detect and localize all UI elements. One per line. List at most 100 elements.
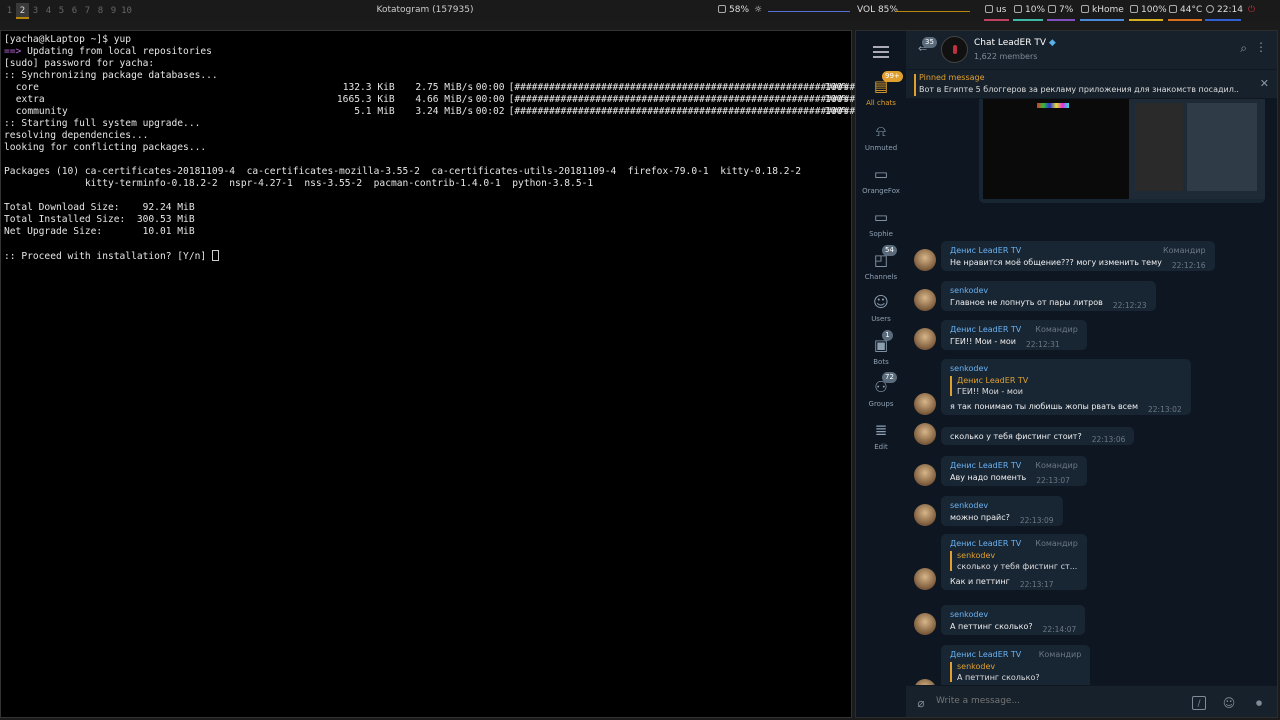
folder-bots[interactable]: ▣ 1 Bots [856, 330, 906, 372]
message-time: 22:13:17 [1019, 580, 1054, 589]
folder-channels[interactable]: ◰ 54 Channels [856, 245, 906, 287]
volume-slider[interactable] [896, 11, 970, 12]
chat-avatar[interactable] [941, 36, 968, 63]
reply-quote[interactable]: Денис LeadER TV ГЕИ!! Мои - мои [950, 376, 1182, 396]
commands-icon[interactable]: / [1192, 696, 1206, 710]
folder-label: Users [871, 315, 891, 323]
workspace-2[interactable]: 2 [16, 3, 29, 19]
workspace-10[interactable]: 10 [120, 3, 133, 19]
hamburger-menu-icon[interactable] [871, 43, 891, 59]
terminal-line: [sudo] password for yacha: [4, 58, 155, 69]
admin-title: Командир [1035, 461, 1078, 470]
temp-indicator: 44°C [1169, 5, 1202, 15]
avatar[interactable] [914, 393, 936, 415]
avatar[interactable] [914, 289, 936, 311]
bell-icon: ⍾ [876, 122, 886, 140]
folder-users[interactable]: ☺ Users [856, 287, 906, 329]
message-bubble[interactable]: Денис LeadER TV Командир senkodev А петтинг… [941, 645, 1091, 685]
message-bubble[interactable]: сколько у тебя фистинг стоит? 22:13:06 [941, 427, 1135, 445]
message-author[interactable]: Денис LeadER TV [950, 246, 1021, 255]
message-bubble[interactable]: senkodev можно прайс? 22:13:09 [941, 496, 1063, 526]
screenshot-image[interactable] [983, 99, 1131, 199]
search-icon[interactable]: ⌕ [1240, 41, 1247, 56]
message-time: 22:13:02 [1148, 405, 1182, 414]
folder-all-chats[interactable]: ▤ 99+ All chats [856, 71, 906, 113]
repo-sync-row: extra 1665.3 KiB 4.66 MiB/s 00:00 [#########… [10, 94, 925, 105]
workspace-1[interactable]: 1 [3, 3, 16, 19]
folder-label: Sophie [869, 230, 893, 238]
folder-groups[interactable]: ⚇ 72 Groups [856, 372, 906, 414]
message-author[interactable]: Денис LeadER TV [950, 325, 1021, 334]
workspace-6[interactable]: 6 [68, 3, 81, 19]
message-author[interactable]: senkodev [950, 501, 988, 510]
folder-orangefox[interactable]: ▭ OrangeFox [856, 159, 906, 201]
message-time: 22:14:07 [1042, 625, 1077, 634]
avatar[interactable] [914, 613, 936, 635]
workspace-7[interactable]: 7 [81, 3, 94, 19]
message-list[interactable]: Денис LeadER TV Командир Не нравится моё о… [906, 99, 1277, 685]
message-bubble[interactable]: Денис LeadER TV Командир Аву надо поменть 2… [941, 456, 1087, 486]
message-bubble[interactable]: senkodev Главное не лопнуть от пары литро… [941, 281, 1156, 311]
workspace-switcher: 1 2 3 4 5 6 7 8 9 10 [3, 3, 133, 19]
avatar[interactable] [914, 328, 936, 350]
avatar[interactable] [914, 504, 936, 526]
message-bubble[interactable]: Денис LeadER TV Командир Не нравится моё о… [941, 241, 1215, 271]
workspace-4[interactable]: 4 [42, 3, 55, 19]
folder-edit[interactable]: ≣ Edit [856, 415, 906, 457]
avatar[interactable] [914, 423, 936, 445]
pinned-message-bar[interactable]: Pinned message Вот в Египте 5 блоггеров … [906, 69, 1277, 99]
cpu-indicator: 10% [1014, 5, 1045, 15]
workspace-8[interactable]: 8 [94, 3, 107, 19]
avatar[interactable] [914, 249, 936, 271]
emoji-icon[interactable]: ☺ [1222, 696, 1236, 710]
unread-badge: 35 [922, 37, 937, 48]
power-icon[interactable]: ⏻ [1248, 5, 1255, 15]
microphone-icon[interactable]: ⏺ [1252, 696, 1266, 710]
avatar[interactable] [914, 464, 936, 486]
volume-indicator: VOL 85% [857, 5, 898, 15]
media-message[interactable] [979, 99, 1265, 203]
attach-icon[interactable]: ⌀ [914, 696, 928, 710]
temp-underline [1168, 19, 1202, 21]
folder-unmuted[interactable]: ⍾ Unmuted [856, 116, 906, 158]
message-bubble[interactable]: Денис LeadER TV Командир ГЕИ!! Мои - мои 22… [941, 320, 1087, 350]
workspace-9[interactable]: 9 [107, 3, 120, 19]
mem-indicator: 7% [1048, 5, 1073, 15]
folder-sidebar: ▤ 99+ All chats ⍾ Unmuted ▭ OrangeFox ▭ Sophie ◰ 5… [856, 31, 906, 717]
reply-quote[interactable]: senkodev сколько у тебя фистинг ст... [950, 551, 1078, 571]
folder-badge: 54 [882, 245, 897, 256]
chat-title[interactable]: Chat LeadER TV ◆ [974, 38, 1056, 48]
message-author[interactable]: Денис LeadER TV [950, 539, 1021, 548]
folder-label: OrangeFox [862, 187, 900, 195]
memory-icon [1048, 5, 1056, 13]
more-vertical-icon[interactable]: ⋮ [1255, 40, 1267, 54]
workspace-5[interactable]: 5 [55, 3, 68, 19]
workspace-3[interactable]: 3 [29, 3, 42, 19]
thermometer-icon [1169, 5, 1177, 13]
message-author[interactable]: senkodev [950, 610, 988, 619]
message-author[interactable]: senkodev [950, 286, 988, 295]
message-text: ГЕИ!! Мои - мои [950, 337, 1016, 346]
message-author[interactable]: Денис LeadER TV [950, 461, 1021, 470]
message-time: 22:12:23 [1112, 301, 1147, 310]
message-author[interactable]: senkodev [950, 364, 988, 373]
message-input[interactable] [936, 696, 1186, 706]
avatar[interactable] [914, 568, 936, 590]
message-bubble[interactable]: senkodev Денис LeadER TV ГЕИ!! Мои - мои я … [941, 359, 1191, 415]
message-text: А петтинг сколько? [950, 622, 1033, 631]
message-author[interactable]: Денис LeadER TV [950, 650, 1021, 659]
screenshot-image[interactable] [1129, 99, 1265, 199]
terminal-cursor [211, 250, 219, 261]
close-icon[interactable]: ✕ [1260, 77, 1269, 90]
folder-sophie[interactable]: ▭ Sophie [856, 202, 906, 244]
bot-icon: ▣ 1 [872, 330, 893, 354]
brightness-slider[interactable] [768, 11, 850, 12]
message-bubble[interactable]: senkodev А петтинг сколько? 22:14:07 [941, 605, 1086, 635]
message-bubble[interactable]: Денис LeadER TV Командир senkodev сколько у… [941, 534, 1087, 590]
reply-quote[interactable]: senkodev А петтинг сколько? [950, 662, 1081, 682]
sliders-icon: ≣ [874, 421, 888, 439]
terminal-window[interactable]: [yacha@kLaptop ~]$ yup ==> Updating from… [0, 30, 925, 718]
